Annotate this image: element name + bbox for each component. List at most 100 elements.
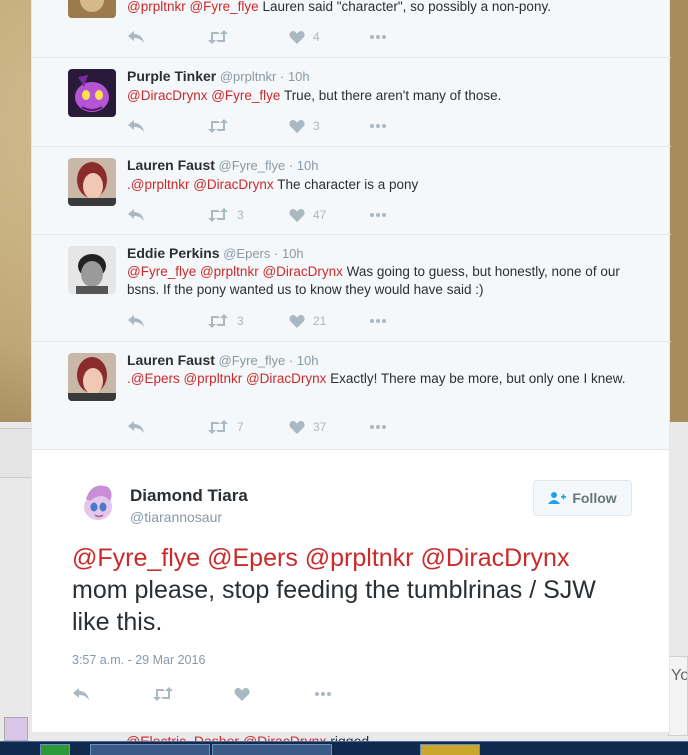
retweet-button[interactable]: 3 [207, 205, 244, 225]
reply-button[interactable] [127, 417, 145, 437]
retweet-button[interactable] [207, 116, 237, 136]
like-button[interactable]: 47 [289, 205, 326, 225]
add-user-icon [548, 492, 567, 504]
retweet-button[interactable] [207, 27, 237, 47]
more-icon [315, 692, 331, 696]
reply-icon [128, 421, 144, 433]
more-button[interactable] [314, 684, 332, 704]
handle[interactable]: @prpltnkr [220, 69, 277, 84]
tweet-item[interactable]: Lauren Faust @Fyre_flye · 10h .@Epers @p… [32, 342, 671, 449]
handle[interactable]: @Epers [223, 246, 270, 261]
heart-icon [289, 421, 305, 434]
more-button[interactable] [369, 116, 387, 136]
timestamp[interactable]: · 10h [289, 158, 319, 173]
retweet-count: 3 [237, 314, 244, 328]
like-count: 4 [313, 30, 320, 44]
conversation-timeline: @prpltnkr @Fyre_flye Lauren said "charac… [31, 0, 671, 449]
tweet-item[interactable]: @prpltnkr @Fyre_flye Lauren said "charac… [32, 0, 671, 58]
display-name[interactable]: Lauren Faust [127, 157, 215, 173]
tweet-body: Lauren said "character", so possibly a n… [258, 0, 551, 14]
reply-button[interactable] [72, 684, 90, 704]
retweet-icon [208, 314, 228, 328]
avatar[interactable] [68, 69, 116, 117]
handle[interactable]: @Fyre_flye [219, 353, 286, 368]
taskbar-button[interactable] [212, 744, 332, 755]
tweet-body: The character is a pony [273, 177, 419, 192]
like-button[interactable]: 21 [289, 311, 326, 331]
like-count: 47 [313, 208, 327, 222]
display-name[interactable]: Diamond Tiara [130, 486, 248, 506]
tweet-actions [72, 684, 372, 704]
retweet-count: 7 [237, 420, 244, 434]
timestamp[interactable]: 3:57 a.m. - 29 Mar 2016 [72, 653, 205, 667]
like-button[interactable] [234, 684, 250, 704]
tweet-text: @prpltnkr @Fyre_flye Lauren said "charac… [127, 0, 637, 16]
tweet-header: Purple Tinker @prpltnkr · 10h [127, 68, 310, 84]
display-name[interactable]: Purple Tinker [127, 68, 216, 84]
retweet-icon [208, 30, 228, 44]
avatar[interactable] [74, 477, 122, 525]
tweet-item[interactable]: Eddie Perkins @Epers · 10h @Fyre_flye @p… [32, 235, 671, 342]
tweet-mentions[interactable]: @Fyre_flye @Epers @prpltnkr @DiracDrynx [72, 544, 569, 572]
timestamp[interactable]: · 10h [274, 246, 304, 261]
retweet-icon [153, 687, 173, 701]
display-name[interactable]: Eddie Perkins [127, 245, 220, 261]
reply-button[interactable] [127, 311, 145, 331]
reply-button[interactable] [127, 116, 145, 136]
tweet-mentions[interactable]: .@Epers @prpltnkr @DiracDrynx [127, 371, 326, 386]
heart-icon [234, 688, 250, 701]
expanded-tweet: Diamond Tiara @tiarannosaur Follow @Fyre… [31, 449, 670, 733]
more-button[interactable] [369, 27, 387, 47]
reply-button[interactable] [127, 27, 145, 47]
retweet-button[interactable] [152, 684, 174, 704]
tweet-text: @DiracDrynx @Fyre_flye True, but there a… [127, 87, 637, 105]
retweet-button[interactable]: 7 [207, 417, 244, 437]
avatar[interactable] [68, 0, 116, 18]
heart-icon [289, 315, 305, 328]
tweet-mentions[interactable]: @Fyre_flye @prpltnkr @DiracDrynx [127, 264, 343, 279]
timestamp[interactable]: · 10h [280, 69, 310, 84]
heart-icon [289, 31, 305, 44]
reply-icon [128, 315, 144, 327]
retweet-button[interactable]: 3 [207, 311, 244, 331]
tweet-actions: 3 [127, 116, 427, 136]
tweet-item[interactable]: Lauren Faust @Fyre_flye · 10h .@prpltnkr… [32, 147, 671, 235]
like-button[interactable]: 37 [289, 417, 326, 437]
reply-button[interactable] [127, 205, 145, 225]
tweet-mentions[interactable]: @DiracDrynx @Fyre_flye [127, 88, 280, 103]
tweet-item[interactable]: Purple Tinker @prpltnkr · 10h @DiracDryn… [32, 58, 671, 147]
more-button[interactable] [369, 311, 387, 331]
taskbar-button[interactable] [90, 744, 210, 755]
tweet-actions: 4 [127, 27, 427, 47]
display-name[interactable]: Lauren Faust [127, 352, 215, 368]
like-button[interactable]: 3 [289, 116, 320, 136]
reply-icon [128, 120, 144, 132]
taskbar-button[interactable] [40, 744, 70, 755]
more-button[interactable] [369, 205, 387, 225]
taskbar-button[interactable] [420, 744, 480, 755]
reply-icon [73, 688, 89, 700]
timestamp[interactable]: · 10h [289, 353, 319, 368]
more-button[interactable] [369, 417, 387, 437]
tweet-header: Lauren Faust @Fyre_flye · 10h [127, 157, 318, 173]
tweet-actions: 7 37 [127, 417, 427, 437]
handle[interactable]: @Fyre_flye [219, 158, 286, 173]
handle[interactable]: @tiarannosaur [130, 509, 222, 525]
tweet-header: Eddie Perkins @Epers · 10h [127, 245, 304, 261]
tweet-header: Lauren Faust @Fyre_flye · 10h [127, 352, 318, 368]
wallpaper-strip [670, 0, 688, 422]
tweet-mentions[interactable]: @prpltnkr @Fyre_flye [127, 0, 259, 14]
avatar[interactable] [68, 158, 116, 206]
avatar[interactable] [68, 246, 116, 294]
reply-icon [128, 31, 144, 43]
avatar[interactable] [68, 353, 116, 401]
like-button[interactable]: 4 [289, 27, 320, 47]
tweet-body: True, but there aren't many of those. [280, 88, 502, 103]
tweet-mentions[interactable]: .@prpltnkr @DiracDrynx [127, 177, 274, 192]
like-count: 3 [313, 119, 320, 133]
avatar[interactable] [4, 717, 28, 741]
tweet-text: @Fyre_flye @Epers @prpltnkr @DiracDrynx … [72, 542, 632, 638]
more-icon [370, 35, 386, 39]
tweet-text: @Fyre_flye @prpltnkr @DiracDrynx Was goi… [127, 263, 637, 299]
follow-button[interactable]: Follow [533, 480, 632, 516]
